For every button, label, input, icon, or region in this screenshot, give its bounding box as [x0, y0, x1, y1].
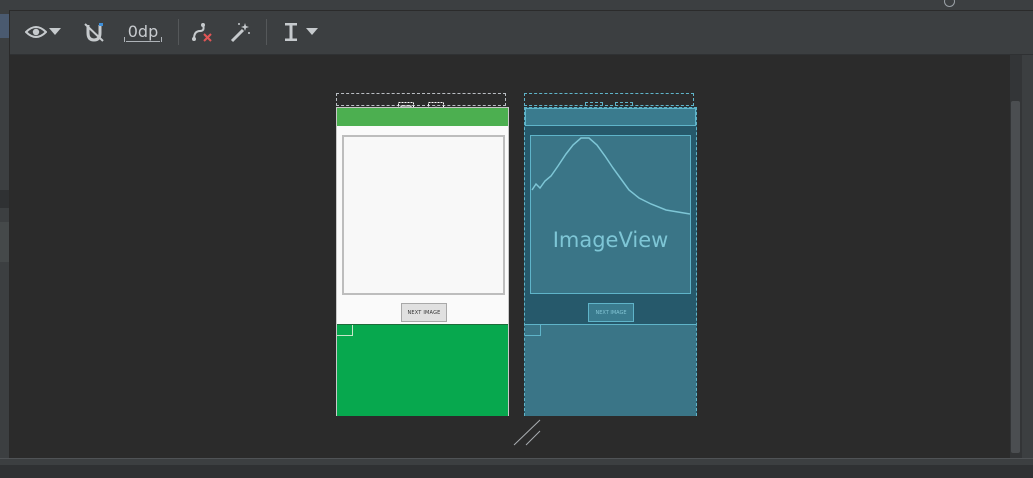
blueprint-status-bar[interactable] [524, 93, 694, 106]
clear-constraints-icon [192, 23, 212, 42]
layout-editor-window: 0dp NEXT IMAGE ImageView NEXT IMAGE [0, 0, 1033, 478]
bottom-panel [0, 465, 1033, 478]
right-panel-edge [1022, 55, 1033, 458]
blueprint-next-image-button[interactable]: NEXT IMAGE [588, 303, 634, 322]
clear-constraints-button[interactable] [188, 18, 216, 46]
vertical-scrollbar[interactable] [1010, 55, 1022, 458]
blueprint-surface[interactable]: ImageView NEXT IMAGE [524, 107, 697, 416]
design-image-view[interactable] [342, 135, 505, 295]
design-frame-layout[interactable] [337, 324, 508, 416]
blueprint-app-bar[interactable] [525, 108, 696, 126]
view-options-button[interactable] [22, 18, 50, 46]
left-panel-item[interactable] [0, 190, 9, 208]
blueprint-image-view[interactable]: ImageView [530, 135, 691, 294]
blueprint-frame-layout[interactable] [525, 324, 696, 416]
default-margin-value: 0dp [123, 21, 162, 42]
frame-corner-marker [525, 325, 541, 336]
chevron-down-icon [49, 28, 61, 35]
autoconnect-toggle-button[interactable] [80, 18, 108, 46]
scrollbar-thumb[interactable] [1011, 101, 1020, 453]
frame-corner-marker [337, 325, 353, 336]
design-next-image-button[interactable]: NEXT IMAGE [401, 303, 447, 322]
design-app-bar[interactable] [337, 108, 508, 126]
magic-wand-icon [230, 23, 250, 43]
design-surface[interactable]: NEXT IMAGE [336, 107, 509, 416]
resize-handle-icon[interactable] [512, 418, 544, 448]
image-placeholder-graph-icon [531, 137, 690, 215]
left-panel-edge [0, 10, 10, 458]
chevron-down-icon [306, 28, 318, 35]
toolbar-separator [178, 19, 179, 45]
infer-constraints-button[interactable] [226, 18, 254, 46]
toolbar-separator [266, 19, 267, 45]
magnet-off-icon [84, 23, 104, 42]
view-options-dropdown[interactable] [48, 18, 62, 46]
design-toolbar: 0dp [10, 11, 1033, 55]
default-margin-field[interactable]: 0dp [115, 18, 171, 46]
top-strip-indicator-icon [944, 0, 955, 7]
align-button[interactable] [280, 18, 302, 46]
bottom-panel-divider[interactable] [0, 458, 1033, 465]
design-status-bar[interactable] [336, 93, 506, 106]
top-strip [0, 0, 1033, 11]
left-panel-item[interactable] [0, 222, 9, 262]
align-icon [285, 23, 297, 41]
eye-icon [25, 26, 47, 38]
left-panel-selected-item[interactable] [0, 14, 9, 38]
align-dropdown[interactable] [304, 18, 320, 46]
image-view-label: ImageView [552, 228, 669, 252]
design-canvas[interactable] [10, 55, 1010, 458]
